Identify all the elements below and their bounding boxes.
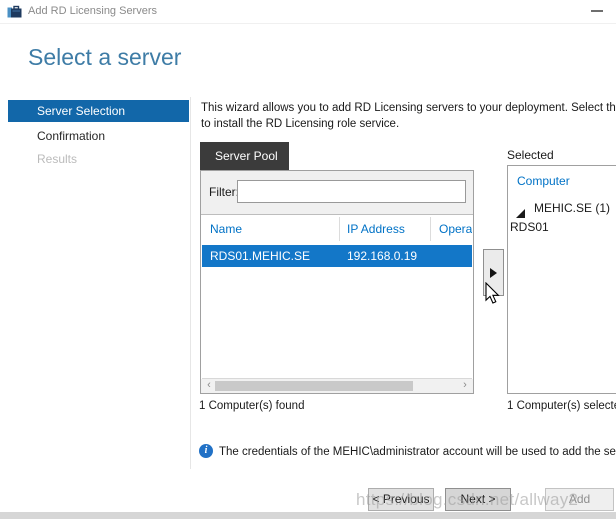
wizard-description-line2: to install the RD Licensing role service… xyxy=(201,116,616,132)
info-icon: i xyxy=(199,444,213,458)
horizontal-scrollbar[interactable]: ‹ › xyxy=(202,378,472,393)
server-row-ip: 192.168.0.19 xyxy=(347,245,417,267)
sidebar-item-server-selection[interactable]: Server Selection xyxy=(8,100,189,122)
column-header-name[interactable]: Name xyxy=(210,222,242,236)
wizard-description: This wizard allows you to add RD Licensi… xyxy=(201,100,616,132)
scrollbar-thumb[interactable] xyxy=(215,381,413,391)
minimize-icon xyxy=(591,10,603,12)
computers-selected-status: 1 Computer(s) selected xyxy=(507,400,616,412)
column-separator xyxy=(339,217,340,241)
column-separator xyxy=(430,217,431,241)
filter-label: Filter: xyxy=(209,185,239,199)
column-header-ip-address[interactable]: IP Address xyxy=(347,222,405,236)
bottom-strip xyxy=(0,512,616,519)
selected-panel: Computer MEHIC.SE (1) RDS01 xyxy=(507,165,616,394)
tab-server-pool[interactable]: Server Pool xyxy=(200,142,289,170)
sidebar-item-results: Results xyxy=(37,152,77,166)
tree-group-label[interactable]: MEHIC.SE (1) xyxy=(534,201,610,215)
server-pool-panel: Filter: Name IP Address Operating System… xyxy=(200,170,474,394)
filter-input[interactable] xyxy=(237,180,466,203)
wizard-window: Add RD Licensing Servers Select a server… xyxy=(0,0,616,519)
column-header-operating-system[interactable]: Operating System xyxy=(439,222,472,236)
minimize-button[interactable] xyxy=(584,0,610,22)
mouse-cursor-icon xyxy=(485,282,507,313)
server-row-name: RDS01.MEHIC.SE xyxy=(210,245,310,267)
tree-item-server[interactable]: RDS01 xyxy=(510,220,549,234)
computers-found-status: 1 Computer(s) found xyxy=(199,400,304,412)
rd-licensing-window-icon xyxy=(7,4,22,24)
selected-label: Selected xyxy=(507,148,554,162)
server-table xyxy=(201,214,473,379)
info-text: The credentials of the MEHIC\administrat… xyxy=(219,446,616,458)
sidebar-item-confirmation[interactable]: Confirmation xyxy=(37,129,105,143)
scroll-left-icon[interactable]: ‹ xyxy=(203,379,215,393)
sidebar-divider xyxy=(190,97,191,469)
selected-column-header[interactable]: Computer xyxy=(517,174,570,188)
wizard-description-line1: This wizard allows you to add RD Licensi… xyxy=(201,100,616,116)
titlebar: Add RD Licensing Servers xyxy=(0,0,616,24)
window-title: Add RD Licensing Servers xyxy=(28,0,157,23)
scroll-right-icon[interactable]: › xyxy=(459,379,471,393)
page-title: Select a server xyxy=(28,44,181,71)
server-row-selected[interactable]: RDS01.MEHIC.SE 192.168.0.19 xyxy=(202,245,472,267)
watermark: https://blog.csdn.net/allway2 xyxy=(356,490,578,510)
right-arrow-icon xyxy=(490,268,497,278)
